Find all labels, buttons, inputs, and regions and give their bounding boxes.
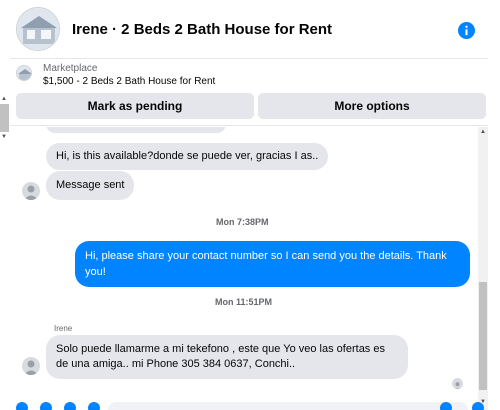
message-input[interactable] bbox=[108, 402, 468, 410]
scroll-up-arrow-icon[interactable]: ▲ bbox=[480, 129, 486, 135]
thread-scrollbar[interactable]: ▲ ▼ bbox=[478, 127, 488, 410]
listing-thumbnail[interactable] bbox=[16, 65, 32, 81]
contact-avatar[interactable] bbox=[22, 182, 40, 200]
message-composer bbox=[10, 402, 488, 410]
message-bubble[interactable]: Message sent bbox=[46, 171, 135, 200]
left-scrollbar-thumb[interactable] bbox=[0, 104, 9, 132]
message-bubble-partial bbox=[46, 127, 226, 133]
chat-header: Irene · 2 Beds 2 Bath House for Rent bbox=[10, 0, 488, 59]
message-thread[interactable]: Hi, is this available?donde se puede ver… bbox=[10, 127, 477, 410]
listing-title[interactable]: $1,500 - 2 Beds 2 Bath House for Rent bbox=[43, 76, 215, 87]
plus-icon[interactable] bbox=[16, 402, 28, 410]
info-icon[interactable] bbox=[458, 22, 475, 39]
like-icon[interactable] bbox=[472, 402, 484, 410]
marketplace-label: Marketplace bbox=[43, 63, 98, 74]
timestamp: Mon 7:38PM bbox=[216, 217, 269, 227]
timestamp: Mon 11:51PM bbox=[215, 297, 273, 307]
left-scrollbar[interactable]: ▲ ▼ bbox=[0, 96, 9, 146]
listing-avatar[interactable] bbox=[16, 7, 60, 51]
gif-icon[interactable] bbox=[88, 402, 100, 410]
scroll-down-arrow-icon[interactable]: ▼ bbox=[1, 134, 7, 140]
emoji-icon[interactable] bbox=[440, 402, 452, 410]
chat-title[interactable]: Irene · 2 Beds 2 Bath House for Rent bbox=[72, 21, 332, 38]
more-options-button[interactable]: More options bbox=[258, 93, 486, 119]
image-icon[interactable] bbox=[40, 402, 52, 410]
mark-as-pending-button[interactable]: Mark as pending bbox=[16, 93, 254, 119]
outgoing-message-bubble[interactable]: Hi, please share your contact number so … bbox=[75, 241, 470, 287]
thread-scrollbar-thumb[interactable] bbox=[479, 282, 487, 390]
scroll-up-arrow-icon[interactable]: ▲ bbox=[1, 96, 7, 102]
marketplace-card: Marketplace $1,500 - 2 Beds 2 Bath House… bbox=[10, 60, 488, 126]
contact-avatar[interactable] bbox=[22, 357, 40, 375]
sticker-icon[interactable] bbox=[64, 402, 76, 410]
sender-name: Irene bbox=[54, 324, 73, 333]
seen-avatar-icon bbox=[452, 378, 463, 389]
message-bubble[interactable]: Solo puede llamarme a mi tekefono , este… bbox=[46, 335, 408, 379]
message-bubble[interactable]: Hi, is this available?donde se puede ver… bbox=[46, 143, 329, 170]
